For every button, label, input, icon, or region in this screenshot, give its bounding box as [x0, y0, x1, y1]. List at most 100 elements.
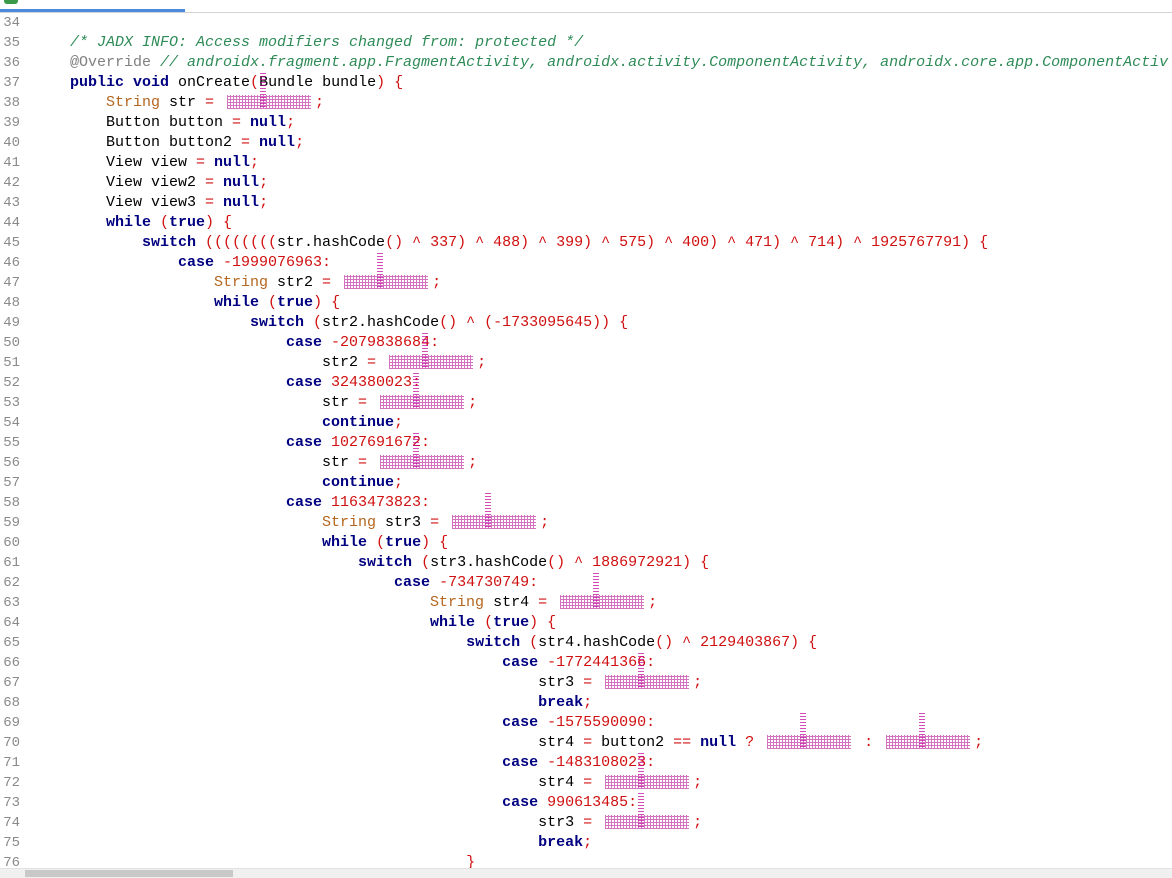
line-number: 39 [3, 115, 20, 131]
code-line[interactable]: 56 str = ; [0, 433, 1172, 473]
type-token: String [322, 514, 386, 531]
line-number: 66 [3, 655, 20, 671]
code-line[interactable]: 36 @Override // androidx.fragment.app.Fra… [0, 53, 1172, 73]
code-line[interactable]: 65 switch (str4.hashCode() ^ 2129403867) … [0, 633, 1172, 653]
line-number: 46 [3, 255, 20, 271]
scrollbar-thumb[interactable] [25, 870, 233, 877]
keyword-token: case [502, 754, 548, 771]
line-number: 73 [3, 795, 20, 811]
code-line[interactable]: 49 switch (str2.hashCode() ^ (-1733095645… [0, 313, 1172, 333]
code-line[interactable]: 43 View view3 = null; [0, 193, 1172, 213]
type-token: String [430, 594, 494, 611]
line-number: 69 [3, 715, 20, 731]
code-line[interactable]: 60 while (true) { [0, 533, 1172, 553]
identifier-token: str3 [538, 814, 584, 831]
operator-token: : [855, 734, 883, 751]
code-line[interactable]: 38 String str = ; [0, 73, 1172, 113]
keyword-token: continue [322, 414, 395, 431]
code-line[interactable]: 58 case 1163473823: [0, 493, 1172, 513]
code-editor[interactable]: 34 35 /* JADX INFO: Access modifiers chang… [0, 13, 1172, 868]
code-line[interactable]: 62 case -734730749: [0, 573, 1172, 593]
line-number: 62 [3, 575, 20, 591]
keyword-token: true [493, 614, 530, 631]
code-line[interactable]: 64 while (true) { [0, 613, 1172, 633]
line-number: 50 [3, 335, 20, 351]
operator-token: () ^ 2129403867) { [655, 634, 818, 651]
code-line[interactable]: 35 /* JADX INFO: Access modifiers changed… [0, 33, 1172, 53]
code-line[interactable]: 70 str4 = button2 == null ? : ; [0, 713, 1172, 753]
code-line[interactable]: 51 str2 = ; [0, 333, 1172, 373]
code-line[interactable]: 61 switch (str3.hashCode() ^ 1886972921) … [0, 553, 1172, 573]
identifier-token: str3 [538, 674, 584, 691]
keyword-token: case [394, 574, 440, 591]
code-line[interactable]: 71 case -1483108023: [0, 753, 1172, 773]
annotation-token: @Override [70, 54, 161, 71]
operator-token: = [241, 134, 260, 151]
code-line[interactable]: 46 case -1999076963: [0, 253, 1172, 273]
code-text: case 324380023: [70, 373, 421, 393]
code-line[interactable]: 41 View view = null; [0, 153, 1172, 173]
code-text: View view3 = null; [70, 193, 268, 213]
code-line[interactable]: 53 str = ; [0, 373, 1172, 413]
code-line[interactable]: 69 case -1575590090: [0, 713, 1172, 733]
code-line[interactable]: 52 case 324380023: [0, 373, 1172, 393]
code-line[interactable]: 57 continue; [0, 473, 1172, 493]
code-line[interactable]: 34 [0, 13, 1172, 33]
keyword-token: while [214, 294, 269, 311]
code-line[interactable]: 59 String str3 = ; [0, 493, 1172, 533]
operator-token: -1575590090: [547, 714, 656, 731]
code-line[interactable]: 75 break; [0, 833, 1172, 853]
line-number: 60 [3, 535, 20, 551]
line-number: 40 [3, 135, 20, 151]
code-line[interactable]: 42 View view2 = null; [0, 173, 1172, 193]
tab-active-indicator[interactable] [0, 9, 185, 12]
identifier-token: str2 [322, 354, 368, 371]
keyword-token: null [700, 734, 746, 751]
identifier-token: Button button [106, 114, 233, 131]
code-line[interactable]: 67 str3 = ; [0, 653, 1172, 693]
code-line[interactable]: 55 case 1027691672: [0, 433, 1172, 453]
operator-token: ) { [205, 214, 233, 231]
keyword-token: switch [142, 234, 206, 251]
line-number: 35 [3, 35, 20, 51]
line-number: 76 [3, 855, 20, 868]
code-text: case 990613485: [70, 793, 637, 813]
code-line[interactable]: 66 case -1772441366: [0, 653, 1172, 673]
code-text: str4 = button2 == null ? : ; [70, 713, 983, 753]
operator-token: ; [394, 414, 404, 431]
code-line[interactable]: 37 public void onCreate(Bundle bundle) { [0, 73, 1172, 93]
code-line[interactable]: 47 String str2 = ; [0, 253, 1172, 293]
operator-token: -1999076963: [223, 254, 332, 271]
code-line[interactable]: 39 Button button = null; [0, 113, 1172, 133]
keyword-token: public void [70, 74, 179, 91]
identifier-token: str [322, 454, 359, 471]
code-line[interactable]: 68 break; [0, 693, 1172, 713]
line-number: 43 [3, 195, 20, 211]
code-line[interactable]: 44 while (true) { [0, 213, 1172, 233]
operator-token: ) { [313, 294, 341, 311]
keyword-token: while [430, 614, 485, 631]
code-line[interactable]: 40 Button button2 = null; [0, 133, 1172, 153]
code-line[interactable]: 50 case -2079838684: [0, 333, 1172, 353]
operator-token: = [583, 674, 602, 691]
identifier-token: View view2 [106, 174, 206, 191]
line-number: 49 [3, 315, 20, 331]
operator-token: = [538, 594, 557, 611]
code-line[interactable]: 73 case 990613485: [0, 793, 1172, 813]
code-text: case -2079838684: [70, 333, 439, 353]
identifier-token: str2 [277, 274, 323, 291]
line-number: 34 [3, 15, 20, 31]
code-line[interactable]: 63 String str4 = ; [0, 573, 1172, 613]
code-line[interactable]: 54 continue; [0, 413, 1172, 433]
line-number: 47 [3, 275, 20, 291]
code-text: case -734730749: [70, 573, 538, 593]
code-line[interactable]: 45 switch ((((((((str.hashCode() ^ 337) ^… [0, 233, 1172, 253]
code-text: Button button = null; [70, 113, 295, 133]
operator-token: ( [484, 614, 494, 631]
line-number: 38 [3, 95, 20, 111]
code-line[interactable]: 74 str3 = ; [0, 793, 1172, 833]
code-line[interactable]: 72 str4 = ; [0, 753, 1172, 793]
code-line[interactable]: 76} [0, 853, 1172, 868]
code-line[interactable]: 48 while (true) { [0, 293, 1172, 313]
operator-token: = [583, 814, 602, 831]
